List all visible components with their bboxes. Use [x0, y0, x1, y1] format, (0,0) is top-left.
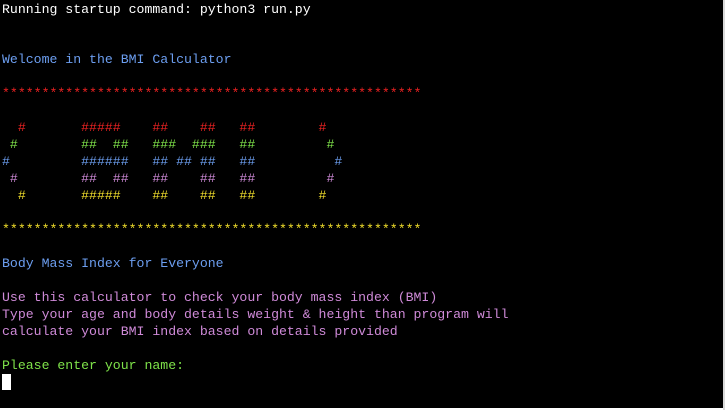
star-border-bottom: ****************************************…	[2, 222, 422, 237]
star-border-top: ****************************************…	[2, 86, 422, 101]
banner-row-2: # ## ## ### ### ## #	[2, 137, 335, 152]
banner-row-5: # ##### ## ## ## #	[2, 188, 327, 203]
welcome-heading: Welcome in the BMI Calculator	[2, 52, 232, 67]
input-cursor[interactable]	[2, 374, 11, 390]
description-line-1: Use this calculator to check your body m…	[2, 290, 438, 305]
startup-command-line: Running startup command: python3 run.py	[2, 2, 311, 17]
name-prompt: Please enter your name:	[2, 358, 185, 373]
subtitle: Body Mass Index for Everyone	[2, 256, 224, 271]
banner-row-1: # ##### ## ## ## #	[2, 120, 327, 135]
banner-row-4: # ## ## ## ## ## #	[2, 171, 335, 186]
description-line-2: Type your age and body details weight & …	[2, 307, 509, 322]
description-line-3: calculate your BMI index based on detail…	[2, 324, 398, 339]
terminal-window[interactable]: Running startup command: python3 run.py …	[0, 0, 725, 408]
banner-row-3: # ###### ## ## ## ## #	[2, 154, 343, 169]
